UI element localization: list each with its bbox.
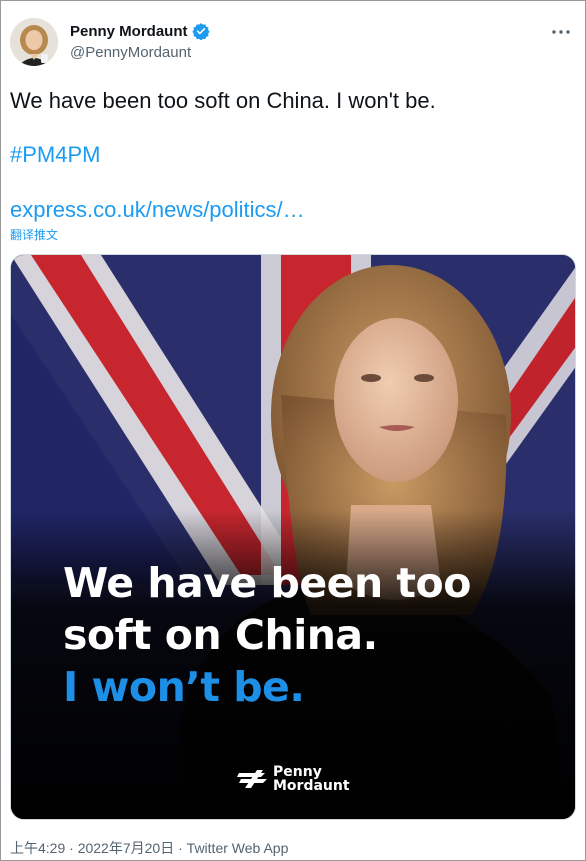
headline-line-1: We have been too [63,559,471,607]
headline-line-2: soft on China. [63,611,378,659]
tweet-card: Penny Mordaunt @PennyMordaunt We have be… [0,0,586,861]
verified-badge-icon [191,22,210,41]
tweet-media-image[interactable]: We have been too soft on China. I won’t … [10,254,576,820]
avatar-image [10,18,58,66]
hashtag-link[interactable]: #PM4PM [10,141,100,169]
author-name-row[interactable]: Penny Mordaunt [70,22,210,41]
more-options-button[interactable] [549,23,573,41]
logo-text-line-2: Mordaunt [273,778,350,794]
meta-separator: · [69,840,74,856]
author-display-name[interactable]: Penny Mordaunt [70,23,188,40]
meta-separator-2: · [178,840,183,856]
logo-text-line-1: Penny [273,764,322,780]
campaign-logo: Penny Mordaunt [237,765,350,793]
author-handle[interactable]: @PennyMordaunt [70,44,191,61]
tweet-date[interactable]: 2022年7月20日 [78,840,175,856]
media-headline: We have been too soft on China. I won’t … [63,557,471,713]
tweet-text: We have been too soft on China. I won't … [10,88,436,113]
more-dots-icon [552,30,570,34]
tweet-source[interactable]: Twitter Web App [187,840,289,856]
tweet-meta: 上午4:29 · 2022年7月20日 · Twitter Web App [10,838,288,858]
campaign-photo [11,255,575,819]
avatar[interactable] [10,18,58,66]
logo-mark-icon [237,770,267,788]
article-link[interactable]: express.co.uk/news/politics/… [10,196,305,224]
translate-tweet-link[interactable]: 翻译推文 [10,227,58,243]
tweet-time[interactable]: 上午4:29 [10,840,65,856]
headline-line-3: I won’t be. [63,663,305,711]
